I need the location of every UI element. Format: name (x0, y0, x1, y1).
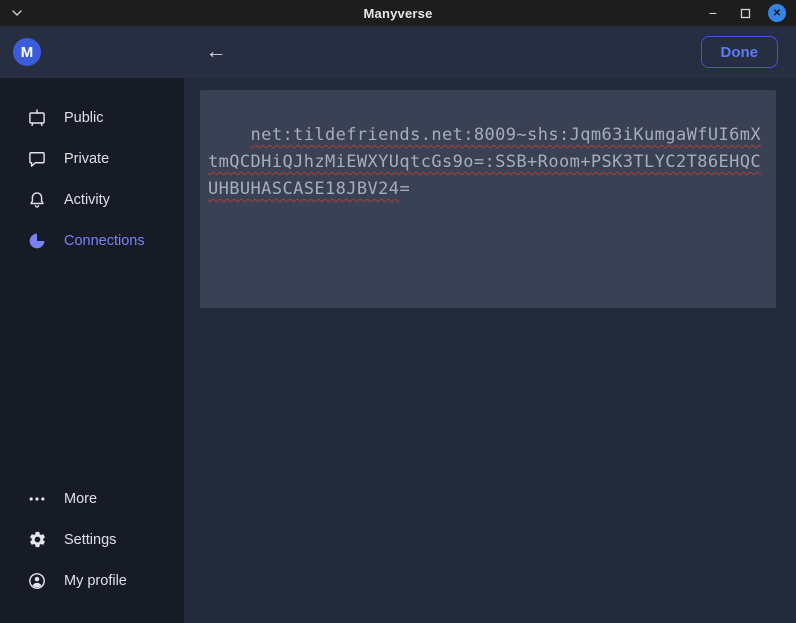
sidebar-item-connections[interactable]: Connections (0, 220, 184, 261)
window-menu-chevron-icon[interactable] (10, 6, 24, 20)
sidebar-main-group: Public Private Activity (0, 78, 184, 261)
app-header: M ← Done (0, 26, 796, 78)
close-icon: ✕ (773, 8, 781, 19)
bell-icon (27, 190, 47, 210)
sidebar-footer-group: More Settings My profile (0, 478, 184, 601)
sidebar-item-label: Public (64, 110, 104, 126)
manyverse-logo: M (13, 38, 41, 66)
gear-icon (27, 530, 47, 550)
sidebar-item-my-profile[interactable]: My profile (0, 560, 184, 601)
titlebar: Manyverse − ✕ (0, 0, 796, 26)
close-button[interactable]: ✕ (768, 4, 786, 22)
sidebar-item-label: Settings (64, 532, 116, 548)
restore-button[interactable] (736, 4, 754, 22)
sidebar-item-label: My profile (64, 573, 127, 589)
connections-swirl-icon (27, 231, 47, 251)
person-circle-icon (27, 571, 47, 591)
sidebar-item-activity[interactable]: Activity (0, 179, 184, 220)
message-bubble-icon (27, 149, 47, 169)
sidebar-item-label: Connections (64, 233, 145, 249)
sidebar-item-label: Private (64, 151, 109, 167)
sidebar: Public Private Activity (0, 78, 184, 623)
back-arrow-icon: ← (206, 40, 227, 64)
minimize-button[interactable]: − (704, 4, 722, 22)
invite-code-input[interactable]: net:tildefriends.net:8009~shs:Jqm63iKumg… (200, 90, 776, 308)
logo-letter: M (21, 44, 34, 61)
back-button[interactable]: ← (201, 37, 231, 67)
invite-code-segment: = (399, 179, 410, 199)
sidebar-item-settings[interactable]: Settings (0, 519, 184, 560)
done-button[interactable]: Done (701, 36, 779, 68)
window-controls: − ✕ (704, 0, 786, 26)
sidebar-item-private[interactable]: Private (0, 138, 184, 179)
main-content: net:tildefriends.net:8009~shs:Jqm63iKumg… (184, 78, 796, 623)
sidebar-item-label: More (64, 491, 97, 507)
window-title: Manyverse (0, 6, 796, 21)
dots-more-icon (27, 489, 47, 509)
sidebar-item-more[interactable]: More (0, 478, 184, 519)
bulletin-board-icon (27, 108, 47, 128)
sidebar-item-label: Activity (64, 192, 110, 208)
sidebar-item-public[interactable]: Public (0, 97, 184, 138)
